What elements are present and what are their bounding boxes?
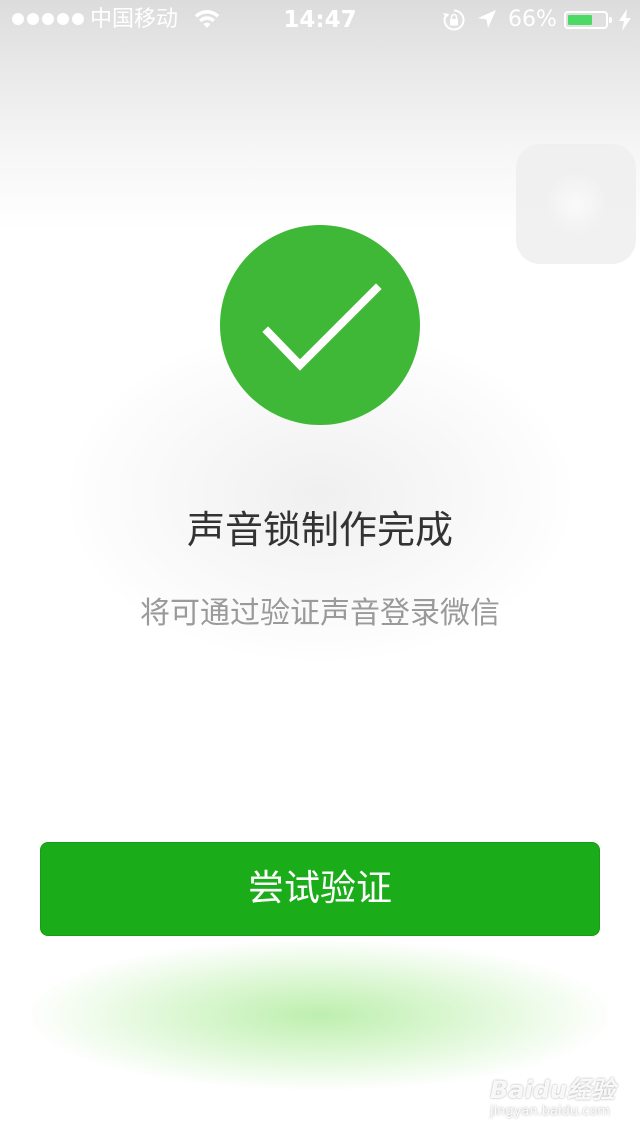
battery-level [568,15,592,25]
battery-percent: 66% [508,7,557,32]
location-arrow-icon [478,10,496,28]
rotation-lock-icon [443,9,465,31]
try-verify-button[interactable]: 尝试验证 [40,842,600,936]
charging-bolt-icon [619,9,631,31]
voice-lock-complete-screen: 中国移动 14:47 66% 声音锁制作完成 将可通过验证声音登录微信 尝试验证… [0,0,640,1136]
watermark-url: jingyan.baidu.com [490,1104,610,1119]
baidu-jingyan-watermark: Baidu经验 jingyan.baidu.com [490,1070,630,1130]
checkmark-icon [262,283,382,371]
battery-icon [564,11,612,29]
button-shadow-glow [30,940,610,1090]
page-title: 声音锁制作完成 [186,508,453,552]
watermark-logo: Baidu经验 [490,1076,615,1104]
success-badge [220,225,420,425]
page-subtitle: 将可通过验证声音登录微信 [140,596,500,631]
status-bar: 中国移动 14:47 66% [0,0,640,40]
assistive-touch-button[interactable] [516,144,636,264]
assistive-touch-icon [546,174,606,234]
